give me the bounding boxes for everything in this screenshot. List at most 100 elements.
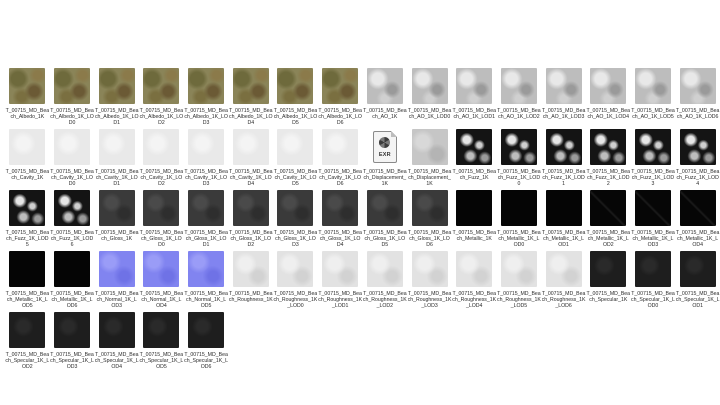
file-name: T_00715_MD_Beach_Roughness_1K_LOD6: [541, 291, 586, 310]
file-name: T_00715_MD_Beach_Albedo_1K_LOD0: [50, 108, 94, 127]
texture-thumbnail: [456, 190, 493, 226]
file-item[interactable]: T_00715_MD_Beach_Cavity_1K_LOD6: [318, 129, 363, 188]
file-item[interactable]: T_00715_MD_Beach_Displacement_1K: [407, 129, 452, 188]
texture-thumbnail: [456, 251, 493, 287]
texture-thumbnail: [54, 190, 91, 226]
file-item[interactable]: T_00715_MD_Beach_Fuzz_1K_LOD3: [631, 129, 676, 188]
file-item[interactable]: T_00715_MD_Beach_Roughness_1K_LOD0: [273, 251, 318, 310]
file-item[interactable]: T_00715_MD_Beach_Cavity_1K_LOD1: [94, 129, 139, 188]
file-item[interactable]: T_00715_MD_Beach_Cavity_1K_LOD4: [228, 129, 273, 188]
texture-thumbnail: [366, 251, 403, 287]
file-item[interactable]: T_00715_MD_Beach_Gloss_1K_LOD4: [318, 190, 363, 249]
aperture-icon: [378, 137, 390, 148]
file-item[interactable]: T_00715_MD_Beach_Fuzz_1K_LOD6: [50, 190, 95, 249]
file-item[interactable]: T_00715_MD_Beach_Gloss_1K_LOD2: [228, 190, 273, 249]
file-name: T_00715_MD_Beach_Cavity_1K_LOD3: [184, 169, 228, 188]
file-item[interactable]: T_00715_MD_Beach_Specular_1K: [586, 251, 631, 310]
file-item[interactable]: T_00715_MD_Beach_Metallic_1K_LOD0: [497, 190, 542, 249]
file-item[interactable]: T_00715_MD_Beach_Cavity_1K: [5, 129, 50, 188]
file-item[interactable]: T_00715_MD_Beach_Specular_1K_LOD6: [184, 312, 229, 371]
file-item[interactable]: T_00715_MD_Beach_Fuzz_1K_LOD2: [586, 129, 631, 188]
file-item[interactable]: T_00715_MD_Beach_Cavity_1K_LOD3: [184, 129, 229, 188]
file-item[interactable]: T_00715_MD_Beach_Albedo_1K_LOD0: [50, 68, 95, 127]
file-item[interactable]: T_00715_MD_Beach_Gloss_1K_LOD0: [139, 190, 184, 249]
file-name: T_00715_MD_Beach_Fuzz_1K_LOD2: [586, 169, 631, 188]
file-item[interactable]: T_00715_MD_Beach_Gloss_1K: [94, 190, 139, 249]
texture-thumbnail: [411, 251, 448, 287]
file-name: T_00715_MD_Beach_Normal_1K_LOD4: [139, 291, 184, 310]
file-name: T_00715_MD_Beach_Albedo_1K_LOD4: [229, 108, 273, 127]
file-item[interactable]: T_00715_MD_Beach_Roughness_1K_LOD2: [363, 251, 408, 310]
file-name: T_00715_MD_Beach_AO_1K_LOD3: [541, 108, 586, 121]
file-name: T_00715_MD_Beach_Displacement_1K: [363, 169, 407, 188]
file-item[interactable]: T_00715_MD_Beach_Normal_1K_LOD4: [139, 251, 184, 310]
file-item[interactable]: T_00715_MD_Beach_AO_1K_LOD1: [452, 68, 497, 127]
texture-thumbnail: [590, 251, 627, 287]
file-item[interactable]: T_00715_MD_Beach_Normal_1K_LOD5: [184, 251, 229, 310]
file-item[interactable]: T_00715_MD_Beach_AO_1K_LOD6: [675, 68, 720, 127]
file-item[interactable]: T_00715_MD_Beach_Cavity_1K_LOD0: [50, 129, 95, 188]
texture-thumbnail: [98, 251, 135, 287]
file-item[interactable]: T_00715_MD_Beach_Gloss_1K_LOD6: [407, 190, 452, 249]
file-item[interactable]: T_00715_MD_Beach_Roughness_1K_LOD5: [497, 251, 542, 310]
file-item[interactable]: T_00715_MD_Beach_Fuzz_1K_LOD5: [5, 190, 50, 249]
texture-thumbnail: [545, 251, 582, 287]
texture-thumbnail: [98, 129, 135, 165]
file-item[interactable]: T_00715_MD_Beach_Normal_1K_LOD3: [94, 251, 139, 310]
texture-thumbnail: [143, 129, 180, 165]
file-item[interactable]: T_00715_MD_Beach_AO_1K_LOD0: [407, 68, 452, 127]
file-item[interactable]: T_00715_MD_Beach_Metallic_1K_LOD1: [541, 190, 586, 249]
file-item[interactable]: T_00715_MD_Beach_AO_1K_LOD4: [586, 68, 631, 127]
file-item[interactable]: T_00715_MD_Beach_Specular_1K_LOD1: [675, 251, 720, 310]
file-item[interactable]: T_00715_MD_Beach_Specular_1K_LOD4: [94, 312, 139, 371]
file-item[interactable]: T_00715_MD_Beach_Roughness_1K: [228, 251, 273, 310]
file-item[interactable]: T_00715_MD_Beach_Metallic_1K_LOD4: [675, 190, 720, 249]
file-name: T_00715_MD_Beach_Roughness_1K_LOD5: [496, 291, 541, 310]
file-item[interactable]: T_00715_MD_Beach_Gloss_1K_LOD3: [273, 190, 318, 249]
file-item[interactable]: T_00715_MD_Beach_Specular_1K_LOD2: [5, 312, 50, 371]
file-item[interactable]: T_00715_MD_Beach_Fuzz_1K_LOD4: [675, 129, 720, 188]
texture-thumbnail: [322, 251, 359, 287]
texture-thumbnail: [679, 190, 716, 226]
texture-thumbnail: [500, 129, 537, 165]
file-item[interactable]: T_00715_MD_Beach_Cavity_1K_LOD5: [273, 129, 318, 188]
file-name: T_00715_MD_Beach_Roughness_1K_LOD4: [452, 291, 497, 310]
file-item[interactable]: T_00715_MD_Beach_Albedo_1K_LOD6: [318, 68, 363, 127]
file-name: T_00715_MD_Beach_Fuzz_1K_LOD0: [497, 169, 541, 188]
file-item[interactable]: T_00715_MD_Beach_Albedo_1K_LOD5: [273, 68, 318, 127]
file-item[interactable]: T_00715_MD_Beach_Metallic_1K_LOD6: [50, 251, 95, 310]
file-item[interactable]: T_00715_MD_Beach_AO_1K_LOD2: [497, 68, 542, 127]
file-item[interactable]: T_00715_MD_Beach_Albedo_1K_LOD2: [139, 68, 184, 127]
texture-thumbnail: [679, 251, 716, 287]
file-item[interactable]: T_00715_MD_Beach_Fuzz_1K_LOD0: [497, 129, 542, 188]
file-item[interactable]: T_00715_MD_Beach_Fuzz_1K: [452, 129, 497, 188]
file-item[interactable]: T_00715_MD_Beach_Specular_1K_LOD3: [50, 312, 95, 371]
texture-thumbnail: [232, 190, 269, 226]
file-item[interactable]: T_00715_MD_Beach_Gloss_1K_LOD1: [184, 190, 229, 249]
file-item[interactable]: T_00715_MD_Beach_Cavity_1K_LOD2: [139, 129, 184, 188]
file-item[interactable]: T_00715_MD_Beach_Specular_1K_LOD0: [631, 251, 676, 310]
document-icon: EXR: [372, 131, 397, 163]
file-name: T_00715_MD_Beach_Gloss_1K_LOD6: [407, 230, 452, 249]
file-item[interactable]: T_00715_MD_Beach_Metallic_1K_LOD3: [631, 190, 676, 249]
file-item[interactable]: T_00715_MD_Beach_AO_1K_LOD3: [541, 68, 586, 127]
file-item[interactable]: T_00715_MD_Beach_Roughness_1K_LOD4: [452, 251, 497, 310]
file-item[interactable]: T_00715_MD_Beach_Albedo_1K: [5, 68, 50, 127]
file-item[interactable]: T_00715_MD_Beach_Roughness_1K_LOD3: [407, 251, 452, 310]
file-item[interactable]: T_00715_MD_Beach_Albedo_1K_LOD1: [94, 68, 139, 127]
file-item[interactable]: T_00715_MD_Beach_Roughness_1K_LOD6: [541, 251, 586, 310]
file-item[interactable]: T_00715_MD_Beach_Metallic_1K_LOD2: [586, 190, 631, 249]
file-item[interactable]: T_00715_MD_Beach_Metallic_1K: [452, 190, 497, 249]
file-item[interactable]: T_00715_MD_Beach_AO_1K_LOD5: [631, 68, 676, 127]
file-item[interactable]: T_00715_MD_Beach_Metallic_1K_LOD5: [5, 251, 50, 310]
file-item[interactable]: T_00715_MD_Beach_Fuzz_1K_LOD1: [541, 129, 586, 188]
file-item[interactable]: T_00715_MD_Beach_Gloss_1K_LOD5: [363, 190, 408, 249]
file-item[interactable]: T_00715_MD_Beach_Albedo_1K_LOD4: [228, 68, 273, 127]
file-item[interactable]: T_00715_MD_Beach_AO_1K: [363, 68, 408, 127]
file-item[interactable]: T_00715_MD_Beach_Roughness_1K_LOD1: [318, 251, 363, 310]
file-item[interactable]: T_00715_MD_Beach_Specular_1K_LOD5: [139, 312, 184, 371]
file-item[interactable]: T_00715_MD_Beach_Albedo_1K_LOD3: [184, 68, 229, 127]
file-name: T_00715_MD_Beach_Specular_1K_LOD6: [184, 352, 229, 371]
file-item[interactable]: EXR T_00715_MD_Beach_Displacement_1K: [363, 129, 408, 188]
texture-thumbnail: [232, 129, 269, 165]
